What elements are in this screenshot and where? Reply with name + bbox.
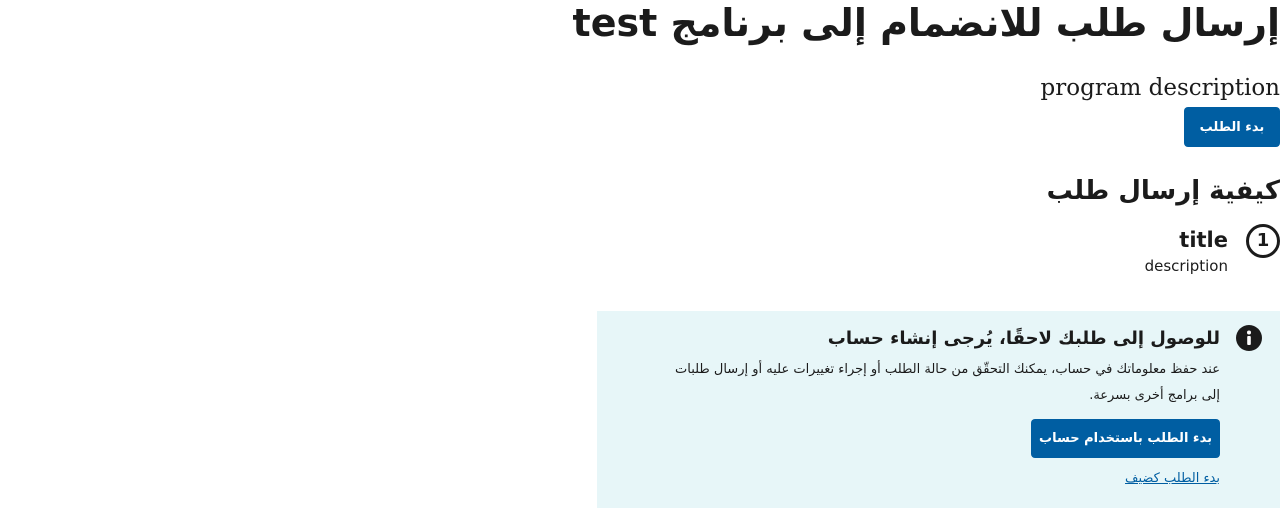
start-application-button[interactable]: بدء الطلب [1184, 107, 1280, 147]
program-description: program description [1040, 75, 1280, 101]
start-with-account-button[interactable]: بدء الطلب باستخدام حساب [1031, 419, 1220, 458]
step-number-badge: 1 [1246, 224, 1280, 258]
step-description: description [1144, 257, 1228, 275]
apply-page: إرسال طلب للانضمام إلى برنامج test progr… [0, 0, 1280, 532]
create-account-alert: للوصول إلى طلبك لاحقًا، يُرجى إنشاء حساب… [597, 311, 1280, 508]
start-as-guest-link[interactable]: بدء الطلب كضيف [1125, 469, 1220, 489]
step-title: title [1179, 228, 1228, 252]
how-to-apply-heading: كيفية إرسال طلب [1046, 176, 1280, 206]
alert-heading: للوصول إلى طلبك لاحقًا، يُرجى إنشاء حساب [827, 328, 1220, 349]
alert-body-text: عند حفظ معلوماتك في حساب، يمكنك التحقّق … [675, 362, 1220, 403]
info-icon [1236, 325, 1262, 351]
page-title: إرسال طلب للانضمام إلى برنامج test [572, 1, 1280, 45]
